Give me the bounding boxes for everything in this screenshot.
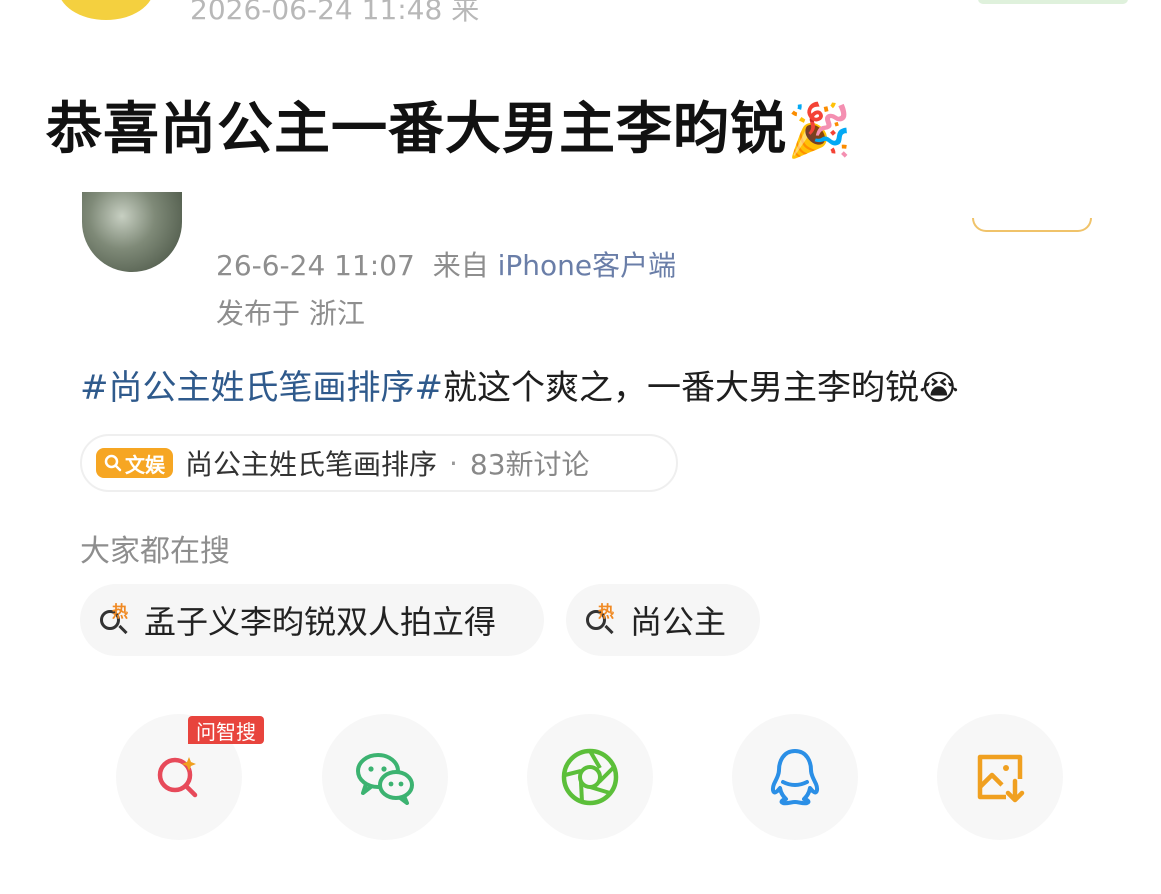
previous-avatar [58,0,154,20]
topic-name: 尚公主姓氏笔画排序 [185,448,438,481]
ai-search-icon [149,747,209,807]
avatar[interactable] [82,192,182,272]
hashtag-link[interactable]: #尚公主姓氏笔画排序# [80,368,443,408]
post-meta: 26-6-24 11:07 来自 iPhone客户端 [216,244,676,284]
topic-category: 文娱 [125,452,165,477]
moments-icon [560,747,620,807]
hot-search-chip[interactable]: 热 尚公主 [566,584,760,656]
ai-search-badge: 问智搜 [188,716,264,744]
crying-emoji: 😭 [918,368,959,408]
hot-search-label: 孟子义李昀锐双人拍立得 [144,603,497,641]
search-icon [104,454,122,472]
post-body: #尚公主姓氏笔画排序#就这个爽之，一番大男主李昀锐😭 [80,360,959,409]
follow-button[interactable] [972,218,1092,232]
post-source[interactable]: iPhone客户端 [498,249,677,282]
post-body-text: 就这个爽之，一番大男主李昀锐 [442,368,919,408]
source-prefix: 来自 [432,249,489,282]
topic-pill[interactable]: 文娱 尚公主姓氏笔画排序 · 83新讨论 [80,434,678,492]
headline-caption: 恭喜尚公主一番大男主李昀锐🎉 [46,84,853,165]
save-image-icon [970,747,1030,807]
topic-discussion-count: 83新讨论 [469,448,590,481]
hot-search-chip[interactable]: 热 孟子义李昀锐双人拍立得 [80,584,544,656]
share-wechat-button[interactable] [322,714,448,840]
post-location: 发布于 浙江 [216,297,365,330]
previous-post-meta: 2026-06-24 11:48 来 [190,0,480,24]
qq-icon [765,746,825,808]
hot-search-heading: 大家都在搜 [80,534,230,569]
headline-text: 恭喜尚公主一番大男主李昀锐 [46,97,787,162]
topic-separator: · [449,446,458,480]
post-time: 26-6-24 11:07 [216,249,415,282]
previous-follow-button[interactable] [978,0,1128,4]
share-moments-button[interactable] [527,714,653,840]
hot-search-icon: 热 [584,602,620,638]
share-qq-button[interactable] [732,714,858,840]
wechat-icon [352,747,418,807]
party-popper-emoji: 🎉 [787,101,853,161]
weibo-post-card: 26-6-24 11:07 来自 iPhone客户端 发布于 浙江 #尚公主姓氏… [0,192,1161,894]
topic-category-badge: 文娱 [96,448,173,478]
hot-search-label: 尚公主 [630,603,727,641]
hot-search-icon: 热 [98,602,134,638]
save-image-button[interactable] [937,714,1063,840]
previous-post-strip: 2026-06-24 11:48 来 [0,0,1161,24]
